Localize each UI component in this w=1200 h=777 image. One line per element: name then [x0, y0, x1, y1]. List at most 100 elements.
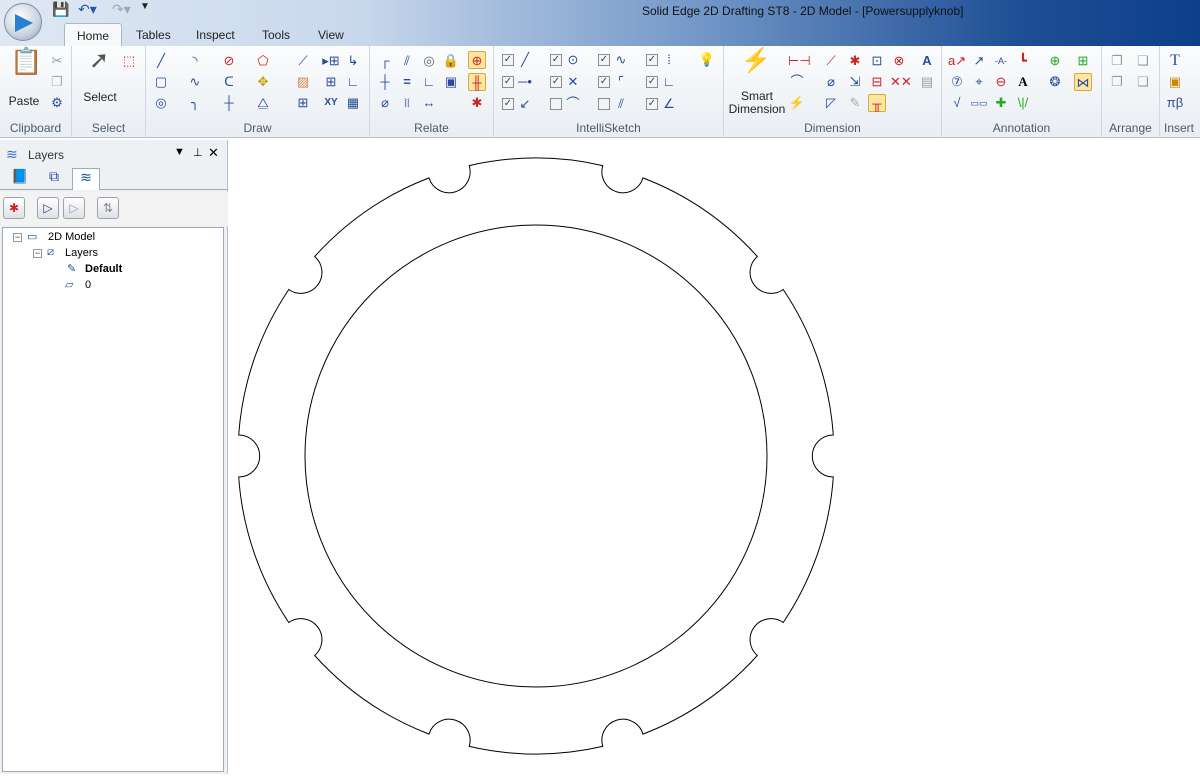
intellisketch-parallel-checkbox[interactable] — [598, 98, 610, 110]
grid-select-icon[interactable]: ⊞ — [322, 73, 340, 91]
feature-control-icon[interactable]: ▭▭ — [970, 94, 988, 112]
offset-icon[interactable]: ᑕ — [220, 73, 238, 91]
horizontal-vertical-icon[interactable]: ┼ — [376, 73, 394, 91]
tab-home[interactable]: Home — [64, 23, 123, 46]
tab-inspect[interactable]: Inspect — [184, 26, 247, 44]
select-button[interactable]: Select — [80, 90, 120, 104]
format-painter-icon[interactable]: ⚙ — [48, 94, 66, 112]
intellisketch-vertical-checkbox[interactable]: ✓ — [646, 54, 658, 66]
tab-view[interactable]: View — [306, 26, 356, 44]
tree-item-2d-model[interactable]: 2D Model — [48, 231, 95, 243]
move-icon[interactable]: ✥ — [254, 73, 272, 91]
bolt-hole-circle-icon[interactable]: ❂ — [1046, 73, 1064, 91]
drawing-canvas[interactable] — [229, 140, 1200, 774]
intellisketch-tangent-checkbox[interactable]: ✓ — [598, 76, 610, 88]
bring-forward-icon[interactable]: ❐ — [1108, 52, 1126, 70]
collapse-toggle[interactable]: − — [33, 249, 42, 258]
connector-icon[interactable]: ┗ — [1014, 52, 1032, 70]
tree-item-default-layer[interactable]: Default — [85, 263, 122, 275]
delete-dimension-icon[interactable]: ⊗ — [890, 52, 908, 70]
equal-icon[interactable]: = — [398, 73, 416, 91]
smart-dimension-icon[interactable]: ⚡ — [738, 49, 774, 86]
new-layer-button[interactable]: ✱ — [3, 197, 25, 219]
variable-icon[interactable]: ✕✕ — [890, 73, 912, 91]
leader-icon[interactable]: ↗ — [970, 52, 988, 70]
tab-layers[interactable]: ≋ — [72, 168, 100, 190]
select-arrow-icon[interactable]: ➚ — [88, 49, 110, 82]
paste-icon[interactable]: 📋 — [10, 48, 42, 84]
text-icon[interactable]: A — [1014, 73, 1032, 91]
rigid-set-icon[interactable]: ▣ — [442, 73, 460, 91]
close-icon[interactable]: ✕ — [208, 145, 219, 161]
bring-to-front-icon[interactable]: ❑ — [1134, 52, 1152, 70]
symmetric-diameter-icon[interactable]: ⌀ — [822, 73, 840, 91]
split-icon[interactable]: ┼ — [220, 94, 238, 112]
collinear-icon[interactable]: ↔ — [420, 94, 438, 112]
line-icon[interactable]: ╱ — [152, 52, 170, 70]
intellisketch-endpoint-checkbox[interactable]: ✓ — [502, 54, 514, 66]
maintain-relationships-icon[interactable]: ⊕ — [468, 51, 486, 69]
relationship-handles-icon[interactable]: ╫ — [468, 73, 486, 91]
select-tools-icon[interactable]: ⬚ — [120, 52, 138, 70]
copy-icon[interactable]: ❐ — [48, 73, 66, 91]
customize-qat-icon[interactable]: ▼ — [140, 1, 150, 12]
fillet-icon[interactable]: ╮ — [186, 94, 204, 112]
table-edit-icon[interactable]: ▦ — [344, 94, 362, 112]
tab-groups[interactable]: ⧉ — [40, 168, 68, 190]
datum-frame-icon[interactable]: -A- — [992, 52, 1010, 70]
axis-icon[interactable]: ∟ — [344, 73, 362, 91]
distance-between-icon[interactable]: ⊢⊣ — [788, 52, 811, 70]
mirror-icon[interactable]: ⧋ — [254, 94, 272, 112]
perpendicular-icon[interactable]: ∟ — [420, 73, 438, 91]
intellisketch-curve-checkbox[interactable]: ✓ — [598, 54, 610, 66]
copy-dimension-icon[interactable]: ⊟ — [868, 73, 886, 91]
symmetric-icon[interactable]: ⧘⧙ — [398, 94, 416, 112]
tangent-icon[interactable]: ⌀ — [376, 94, 394, 112]
symbol-icon[interactable]: πβ — [1166, 94, 1184, 112]
collapse-toggle[interactable]: − — [13, 233, 22, 242]
show-layer-button[interactable]: ▷ — [37, 197, 59, 219]
tab-tables[interactable]: Tables — [124, 26, 183, 44]
cut-icon[interactable]: ✂ — [48, 52, 66, 70]
intellisketch-options-icon[interactable]: 💡 — [698, 51, 716, 69]
smart-dimension-button[interactable]: Smart Dimension — [726, 90, 788, 116]
dimension-properties-icon[interactable]: ▤ — [918, 73, 936, 91]
pointer-icon[interactable]: ↳ — [344, 52, 362, 70]
angular-coordinate-icon[interactable]: ⟋ — [822, 52, 840, 70]
angle-between-icon[interactable]: ⌒ — [788, 73, 806, 91]
tree-item-layers[interactable]: Layers — [65, 247, 98, 259]
dimension-group-icon[interactable]: ⊡ — [868, 52, 886, 70]
intellisketch-perpendicular-checkbox[interactable]: ✓ — [646, 76, 658, 88]
undo-icon[interactable]: ↶▾ — [78, 1, 97, 18]
panel-menu-icon[interactable]: ▼ — [174, 146, 185, 158]
add-annotation-icon[interactable]: ⊞ — [1074, 52, 1092, 70]
outer-notched-profile[interactable] — [238, 157, 834, 755]
send-backward-icon[interactable]: ❐ — [1108, 73, 1126, 91]
arc-icon[interactable]: ◝ — [186, 52, 204, 70]
pattern-icon[interactable]: ⊞ — [294, 94, 312, 112]
select-dimension-icon[interactable]: ⇲ — [846, 73, 864, 91]
cell-icon[interactable]: ▸⊞ — [322, 52, 340, 70]
rectangle-icon[interactable]: ▢ — [152, 73, 170, 91]
intellisketch-center-checkbox[interactable]: ✓ — [550, 54, 562, 66]
center-mark-icon[interactable]: ⊕ — [1046, 52, 1064, 70]
send-to-back-icon[interactable]: ❑ — [1134, 73, 1152, 91]
tab-tools[interactable]: Tools — [250, 26, 302, 44]
curve-icon[interactable]: ∿ — [186, 73, 204, 91]
intellisketch-angle-checkbox[interactable]: ✓ — [646, 98, 658, 110]
pin-icon[interactable]: ⊥ — [193, 146, 203, 159]
circle-icon[interactable]: ◎ — [152, 94, 170, 112]
trim-icon[interactable]: ⊘ — [220, 52, 238, 70]
parallel-icon[interactable]: ⫽ — [398, 52, 416, 70]
xy-icon[interactable]: XY — [322, 94, 340, 112]
concentric-icon[interactable]: ◎ — [420, 52, 438, 70]
attach-dimension-icon[interactable]: ✱ — [846, 52, 864, 70]
redo-icon[interactable]: ↷▾ — [112, 1, 131, 18]
annotation-alignment-icon[interactable]: ⋈ — [1074, 73, 1092, 91]
text-box-icon[interactable]: T — [1166, 52, 1184, 70]
coordinate-dimension-icon[interactable]: ⚡ — [788, 94, 806, 112]
paste-button[interactable]: Paste — [6, 94, 42, 108]
move-to-layer-button[interactable]: ⇅ — [97, 197, 119, 219]
intellisketch-intersection-checkbox[interactable]: ✓ — [550, 76, 562, 88]
delete-relations-icon[interactable]: ✱ — [468, 94, 486, 112]
